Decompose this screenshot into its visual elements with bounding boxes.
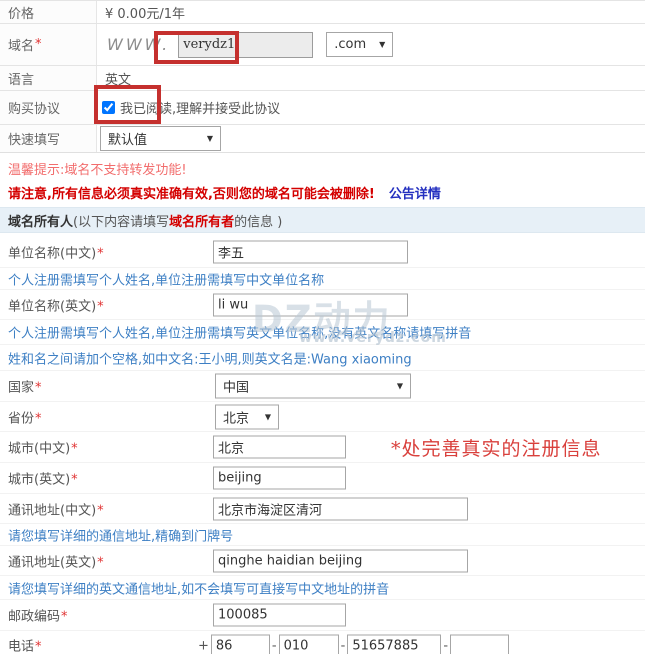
price-label: 价格: [0, 1, 97, 23]
addr-cn-hint-row: 请您填写详细的通信地址,精确到门牌号: [0, 524, 645, 546]
section-title: 域名所有人: [8, 211, 73, 230]
addr-cn-hint: 请您填写详细的通信地址,精确到门牌号: [8, 525, 233, 544]
org-en-input[interactable]: [213, 293, 408, 316]
language-value: 英文: [97, 66, 645, 90]
phone-plus: +: [198, 638, 209, 653]
domain-row: 域名* WWW. .com ▼: [0, 24, 645, 66]
owner-section-header: 域名所有人 (以下内容请填写域名所有者的信息 ): [0, 207, 645, 233]
org-en-row: 单位名称(英文)*: [0, 290, 645, 320]
org-en-hint2: 姓和名之间请加个空格,如中文名:王小明,则英文名是:Wang xiaoming: [8, 348, 412, 367]
quickfill-label: 快速填写: [0, 125, 97, 152]
org-en-hint1-row: 个人注册需填写个人姓名,单位注册需填写英文单位名称,没有英文名称请填写拼音: [0, 320, 645, 345]
agreement-row: 购买协议 我已阅读,理解并接受此协议: [0, 91, 645, 125]
soft-warning-text: 温馨提示:域名不支持转发功能!: [8, 159, 187, 178]
org-en-label: 单位名称(英文)*: [8, 295, 104, 314]
quickfill-selected: 默认值: [108, 129, 147, 148]
addr-cn-row: 通讯地址(中文)*: [0, 494, 645, 524]
country-select[interactable]: 中国 ▼: [215, 374, 411, 399]
domain-name-input[interactable]: [178, 32, 313, 58]
phone-area-input[interactable]: [279, 634, 339, 654]
phone-country-input[interactable]: [211, 634, 270, 654]
province-select[interactable]: 北京 ▼: [215, 404, 279, 429]
domain-label: 域名*: [0, 24, 97, 65]
province-selected: 北京: [223, 407, 249, 426]
chevron-down-icon: ▼: [397, 382, 403, 391]
tld-select[interactable]: .com ▼: [326, 32, 393, 57]
addr-en-input[interactable]: [213, 549, 468, 572]
addr-en-label: 通讯地址(英文)*: [8, 551, 104, 570]
phone-number-input[interactable]: [347, 634, 441, 654]
language-row: 语言 英文: [0, 66, 645, 91]
org-en-hint1: 个人注册需填写个人姓名,单位注册需填写英文单位名称,没有英文名称请填写拼音: [8, 323, 471, 342]
agreement-label: 购买协议: [0, 91, 97, 124]
chevron-down-icon: ▼: [207, 134, 213, 143]
org-cn-hint: 个人注册需填写个人姓名,单位注册需填写中文单位名称: [8, 269, 324, 288]
phone-sep: -: [341, 638, 346, 653]
phone-sep: -: [272, 638, 277, 653]
chevron-down-icon: ▼: [265, 412, 271, 421]
important-warning: 请注意,所有信息必须真实准确有效,否则您的域名可能会被删除!公告详情: [8, 183, 441, 202]
addr-cn-label: 通讯地址(中文)*: [8, 499, 104, 518]
city-en-row: 城市(英文)*: [0, 463, 645, 494]
agreement-checkbox[interactable]: [102, 101, 115, 114]
language-label: 语言: [0, 66, 97, 90]
agreement-text: 我已阅读,理解并接受此协议: [120, 98, 280, 117]
org-cn-input[interactable]: [213, 241, 408, 264]
phone-sep: -: [443, 638, 448, 653]
www-prefix: WWW.: [107, 35, 170, 54]
phone-ext-input[interactable]: [450, 634, 509, 654]
red-annotation-note: *处完善真实的注册信息: [391, 434, 602, 461]
city-cn-input[interactable]: [213, 436, 346, 459]
addr-en-hint: 请您填写详细的英文通信地址,如不会填写可直接写中文地址的拼音: [8, 578, 389, 597]
city-en-label: 城市(英文)*: [8, 469, 78, 488]
country-label: 国家*: [8, 377, 42, 396]
price-value: ¥ 0.00元/1年: [97, 1, 645, 23]
city-en-input[interactable]: [213, 467, 346, 490]
zip-input[interactable]: [213, 604, 346, 627]
org-cn-hint-row: 个人注册需填写个人姓名,单位注册需填写中文单位名称: [0, 268, 645, 290]
phone-label: 电话*: [8, 635, 42, 654]
addr-en-hint-row: 请您填写详细的英文通信地址,如不会填写可直接写中文地址的拼音: [0, 576, 645, 600]
tld-selected: .com: [334, 37, 366, 52]
org-en-hint2-row: 姓和名之间请加个空格,如中文名:王小明,则英文名是:Wang xiaoming: [0, 345, 645, 371]
domain-registration-form: 价格 ¥ 0.00元/1年 域名* WWW. .com ▼ 语言 英文 购买协议: [0, 0, 645, 654]
country-selected: 中国: [223, 377, 249, 396]
top-table: 价格 ¥ 0.00元/1年 域名* WWW. .com ▼ 语言 英文 购买协议: [0, 0, 645, 153]
org-cn-row: 单位名称(中文)*: [0, 237, 645, 268]
zip-label: 邮政编码*: [8, 606, 68, 625]
phone-row: 电话* + - - -: [0, 631, 645, 654]
addr-en-row: 通讯地址(英文)*: [0, 546, 645, 576]
province-row: 省份* 北京 ▼: [0, 402, 645, 432]
quickfill-select[interactable]: 默认值 ▼: [100, 126, 221, 151]
addr-cn-input[interactable]: [213, 497, 468, 520]
quickfill-row: 快速填写 默认值 ▼: [0, 125, 645, 153]
announcement-link[interactable]: 公告详情: [389, 187, 441, 202]
org-cn-label: 单位名称(中文)*: [8, 243, 104, 262]
city-cn-label: 城市(中文)*: [8, 438, 78, 457]
owner-highlight: 域名所有者: [169, 211, 234, 230]
chevron-down-icon: ▼: [379, 40, 385, 49]
price-row: 价格 ¥ 0.00元/1年: [0, 1, 645, 24]
required-star: *: [35, 37, 42, 52]
zip-row: 邮政编码*: [0, 600, 645, 631]
province-label: 省份*: [8, 407, 42, 426]
country-row: 国家* 中国 ▼: [0, 371, 645, 402]
